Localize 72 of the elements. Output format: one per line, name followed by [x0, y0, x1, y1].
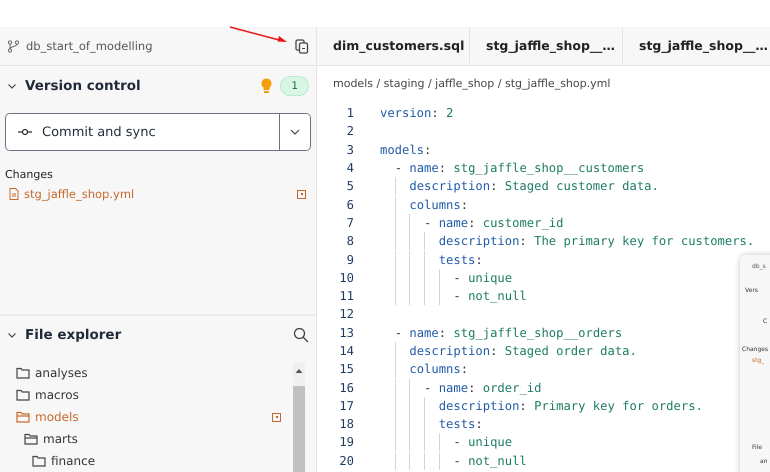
- section-title: File explorer: [25, 327, 122, 343]
- code-line: description: Primary key for orders.: [380, 398, 703, 413]
- code-line: columns:: [380, 362, 468, 376]
- code-line: description: Staged customer data.: [380, 179, 659, 194]
- file-icon: [9, 188, 19, 200]
- line-number: 8: [346, 234, 354, 248]
- line-number: 17: [338, 398, 354, 413]
- changed-file[interactable]: stg_jaffle_shop.yml: [24, 187, 292, 201]
- line-number: 10: [338, 270, 354, 285]
- line-number: 3: [346, 142, 354, 157]
- line-number: 9: [346, 252, 354, 267]
- line-number: 18: [338, 417, 354, 432]
- breadcrumb: models / staging / jaffle_shop / stg_jaffle_shop.yml: [333, 76, 610, 90]
- changes-label: Changes: [4, 167, 54, 183]
- code-line: - name: customer_id: [380, 216, 564, 230]
- modified-icon: [297, 190, 306, 198]
- file-tab[interactable]: stg_jaffle_shop__…: [623, 27, 770, 65]
- line-number: 4: [346, 161, 354, 176]
- line-number: 14: [338, 344, 354, 358]
- folder-open-icon: [24, 433, 38, 445]
- line-number: 6: [346, 198, 354, 212]
- code-line: description: Staged order data.: [380, 344, 637, 358]
- search-icon[interactable]: [293, 327, 309, 343]
- file-tab[interactable]: stg_jaffle_shop__…: [470, 27, 623, 65]
- folder-open-icon: [16, 411, 30, 423]
- code-line: version: 2: [380, 106, 454, 120]
- code-line: - name: stg_jaffle_shop__orders: [394, 326, 622, 340]
- section-title: Version control: [25, 78, 142, 94]
- scrollbar[interactable]: [293, 362, 305, 472]
- tree-item[interactable]: analyses: [16, 362, 293, 384]
- code-line: models:: [380, 142, 432, 157]
- tree-item[interactable]: finance: [16, 450, 293, 472]
- modified-icon: [272, 412, 281, 422]
- line-number: 19: [338, 435, 354, 450]
- tree-item[interactable]: macros: [16, 384, 293, 406]
- folder-icon: [32, 455, 46, 467]
- line-number: 13: [338, 326, 354, 340]
- copy-icon[interactable]: [295, 38, 309, 54]
- line-number: 12: [338, 307, 354, 322]
- code-line: - unique: [380, 270, 512, 285]
- line-number: 5: [346, 179, 354, 194]
- scroll-up-icon[interactable]: [295, 368, 303, 374]
- folder-icon: [16, 367, 30, 379]
- branch-icon: [7, 40, 20, 52]
- line-number: 1: [346, 106, 354, 120]
- line-number: 7: [346, 216, 354, 230]
- line-number: 16: [338, 380, 354, 395]
- folder-icon: [16, 389, 30, 401]
- line-number: 20: [338, 454, 354, 468]
- chevron-icon[interactable]: [7, 81, 17, 91]
- tree-item[interactable]: marts: [16, 428, 293, 450]
- file-tab[interactable]: dim_customers.sql: [317, 27, 470, 65]
- commit-button[interactable]: Commit and sync: [6, 114, 280, 150]
- code-line: - name: stg_jaffle_shop__customers: [394, 161, 644, 176]
- code-line: columns:: [380, 198, 468, 212]
- code-line: - unique: [380, 435, 512, 450]
- code-line: tests:: [380, 252, 483, 267]
- code-line: - not_null: [380, 454, 527, 468]
- lightbulb-icon: [261, 78, 272, 94]
- code-line: tests:: [380, 417, 483, 432]
- commit-icon: [18, 128, 32, 136]
- code-line: description: The primary key for customers.: [380, 234, 754, 248]
- code-line: - not_null: [380, 289, 527, 304]
- line-number: 15: [338, 362, 354, 376]
- chevron-icon[interactable]: [7, 330, 17, 340]
- chevron-icon: [290, 129, 300, 135]
- count-badge: 1: [280, 76, 309, 96]
- line-number: 11: [338, 289, 354, 304]
- tree-item[interactable]: models: [16, 406, 293, 428]
- code-line: - name: order_id: [380, 380, 542, 395]
- branch-name: db_start_of_modelling: [26, 39, 154, 53]
- line-number: 2: [346, 124, 354, 138]
